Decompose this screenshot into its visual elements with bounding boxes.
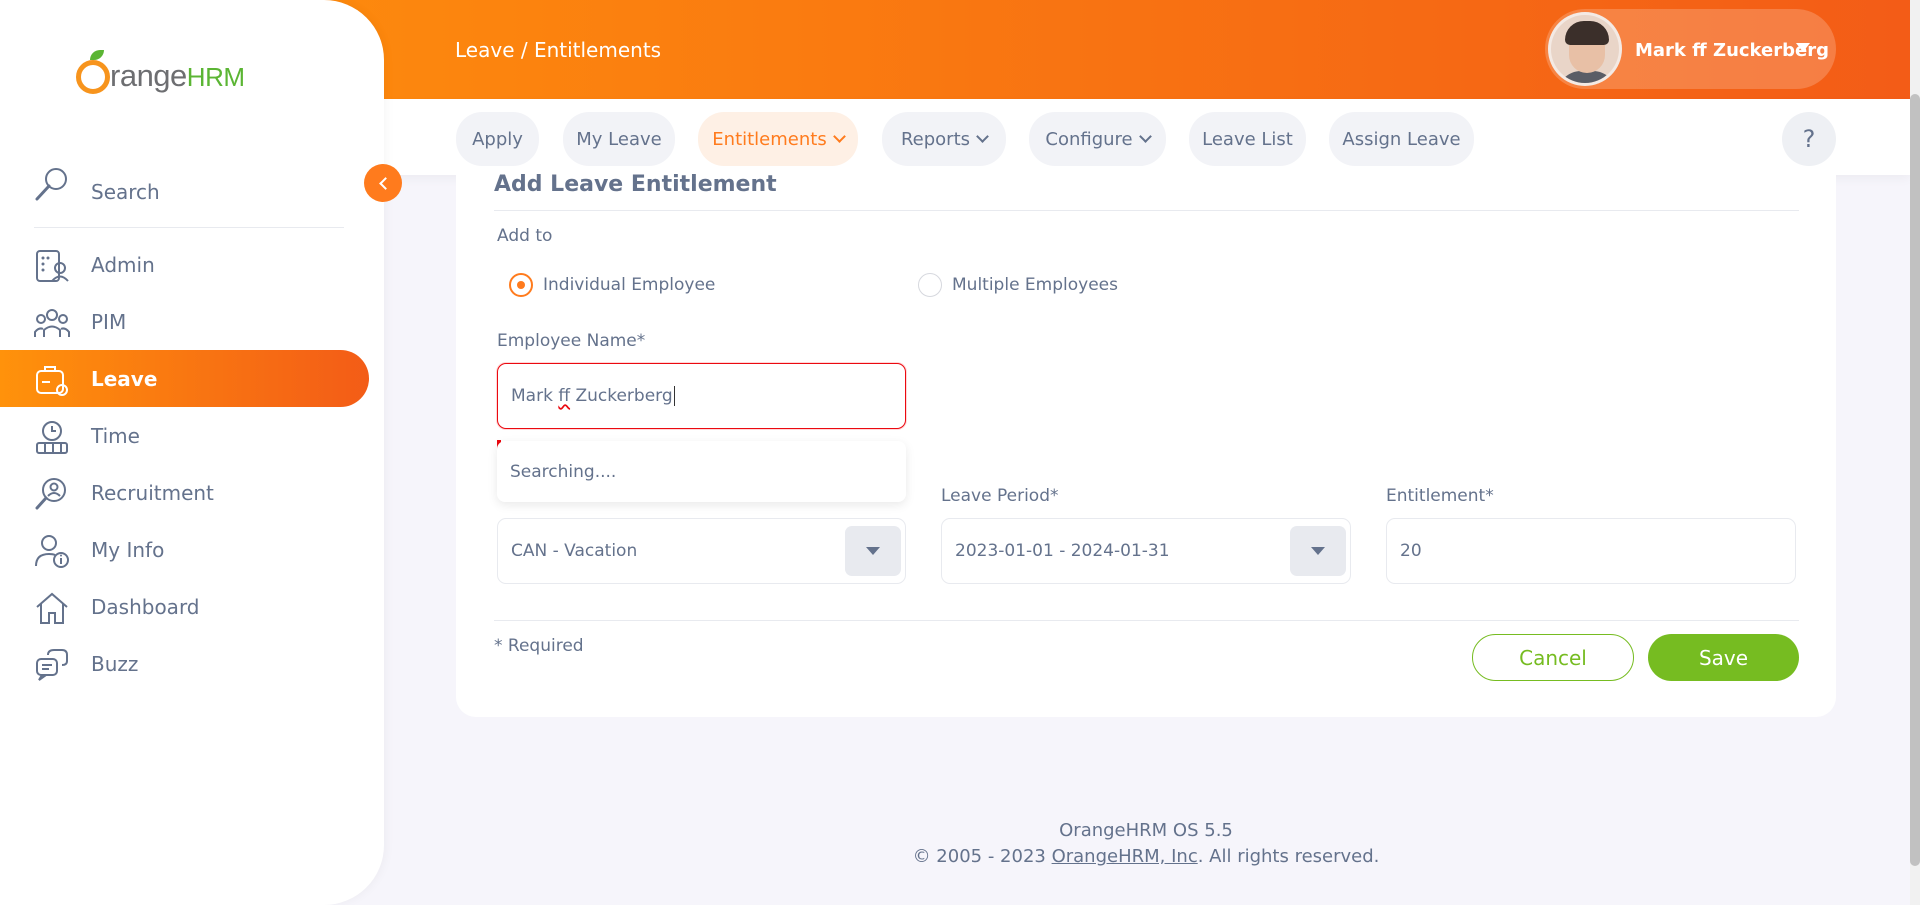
company-link[interactable]: OrangeHRM, Inc <box>1052 846 1198 867</box>
tab-label: Entitlements <box>712 128 827 150</box>
sidebar-item-pim[interactable]: PIM <box>0 293 369 350</box>
sidebar-item-label: PIM <box>91 310 127 334</box>
chevron-down-icon <box>976 129 989 143</box>
search-icon <box>35 168 67 201</box>
sidebar-item-label: Recruitment <box>91 481 214 505</box>
radio-multiple-employees[interactable] <box>918 273 942 297</box>
employee-name-input[interactable]: Mark ff Zuckerberg <box>497 363 906 429</box>
sidebar-item-label: Leave <box>91 367 158 391</box>
tab-label: My Leave <box>576 128 662 150</box>
footer-version: OrangeHRM OS 5.5 <box>1059 820 1233 841</box>
pim-icon <box>34 309 70 337</box>
sidebar-item-recruitment[interactable]: Recruitment <box>0 464 369 521</box>
chevron-down-icon <box>832 129 846 143</box>
sidebar-item-buzz[interactable]: Buzz <box>0 635 369 692</box>
add-to-label: Add to <box>497 226 553 246</box>
footer-copyright: © 2005 - 2023 OrangeHRM, Inc. All rights… <box>456 846 1836 867</box>
required-note: * Required <box>494 636 584 656</box>
logo-hrm: HRM <box>186 62 245 92</box>
radio-individual-employee[interactable] <box>509 273 533 297</box>
tab-label: Apply <box>472 128 523 150</box>
divider <box>494 210 1799 211</box>
search-label: Search <box>91 180 160 204</box>
tab-my-leave[interactable]: My Leave <box>563 112 675 166</box>
breadcrumb: Leave / Entitlements <box>455 38 662 62</box>
leave-period-value: 2023-01-01 - 2024-01-31 <box>955 541 1170 561</box>
leaf-icon <box>90 50 104 60</box>
tab-label: Reports <box>900 128 971 150</box>
copyright-suffix: . All rights reserved. <box>1197 846 1380 867</box>
text-cursor <box>673 386 675 406</box>
radio-multiple-label[interactable]: Multiple Employees <box>952 275 1118 295</box>
employee-name-value-part: Mark <box>511 386 559 406</box>
radio-individual-label[interactable]: Individual Employee <box>543 275 715 295</box>
cancel-button[interactable]: Cancel <box>1472 634 1634 681</box>
logo-o-mark <box>76 60 110 94</box>
employee-name-label: Employee Name* <box>497 331 646 351</box>
tab-assign-leave[interactable]: Assign Leave <box>1329 112 1474 166</box>
copyright-prefix: © 2005 - 2023 <box>912 846 1052 867</box>
tab-entitlements[interactable]: Entitlements <box>698 112 858 166</box>
admin-icon <box>36 250 69 282</box>
employee-name-value-part: Zuckerberg <box>570 386 673 406</box>
my-info-icon <box>35 535 69 568</box>
sidebar: rangeHRM Search Admin PIM Leave Time Rec… <box>0 0 384 905</box>
sidebar-item-time[interactable]: Time <box>0 407 369 464</box>
leave-period-label: Leave Period* <box>941 486 1059 506</box>
leave-period-dropdown-button[interactable] <box>1290 526 1346 576</box>
leave-icon <box>36 366 68 396</box>
autocomplete-dropdown[interactable]: Searching.... <box>497 441 906 502</box>
caret-down-icon <box>866 547 880 555</box>
recruitment-icon <box>35 478 66 510</box>
entitlement-input[interactable]: 20 <box>1386 518 1796 584</box>
time-icon <box>36 421 68 454</box>
tab-apply[interactable]: Apply <box>456 112 539 166</box>
sidebar-item-my-info[interactable]: My Info <box>0 521 369 578</box>
dashboard-icon <box>36 592 68 624</box>
entitlement-label: Entitlement* <box>1386 486 1494 506</box>
sidebar-item-label: My Info <box>91 538 165 562</box>
sidebar-item-dashboard[interactable]: Dashboard <box>0 578 369 635</box>
page-title: Add Leave Entitlement <box>494 172 777 197</box>
entitlement-value: 20 <box>1400 541 1422 561</box>
leave-type-value: CAN - Vacation <box>511 541 638 561</box>
spellcheck-word: ff <box>558 386 571 406</box>
sidebar-item-label: Dashboard <box>91 595 200 619</box>
leave-type-dropdown-button[interactable] <box>845 526 901 576</box>
tab-reports[interactable]: Reports <box>882 112 1006 166</box>
caret-down-icon <box>1311 547 1325 555</box>
collapse-sidebar-button[interactable] <box>364 164 402 202</box>
chevron-down-icon <box>1138 129 1152 143</box>
chevron-left-icon <box>378 176 392 190</box>
logo-text: rangeHRM <box>110 58 245 93</box>
sidebar-item-label: Buzz <box>91 652 139 676</box>
tab-configure[interactable]: Configure <box>1029 112 1166 166</box>
sidebar-item-label: Admin <box>91 253 155 277</box>
save-button[interactable]: Save <box>1648 634 1799 681</box>
help-button[interactable]: ? <box>1782 112 1836 166</box>
avatar[interactable] <box>1548 12 1622 86</box>
tab-label: Leave List <box>1202 128 1293 150</box>
orangehrm-logo[interactable]: rangeHRM <box>74 48 254 96</box>
sidebar-item-admin[interactable]: Admin <box>0 236 369 293</box>
tab-leave-list[interactable]: Leave List <box>1189 112 1306 166</box>
divider <box>494 620 1799 621</box>
tab-label: Assign Leave <box>1342 128 1461 150</box>
page-scrollbar-thumb[interactable] <box>1910 94 1920 866</box>
tab-label: Configure <box>1045 128 1133 150</box>
sidebar-item-label: Time <box>91 424 140 448</box>
caret-down-icon[interactable] <box>1796 43 1810 52</box>
buzz-icon <box>36 649 68 681</box>
sidebar-item-leave[interactable]: Leave <box>0 350 369 407</box>
sidebar-search[interactable]: Search <box>34 166 344 228</box>
